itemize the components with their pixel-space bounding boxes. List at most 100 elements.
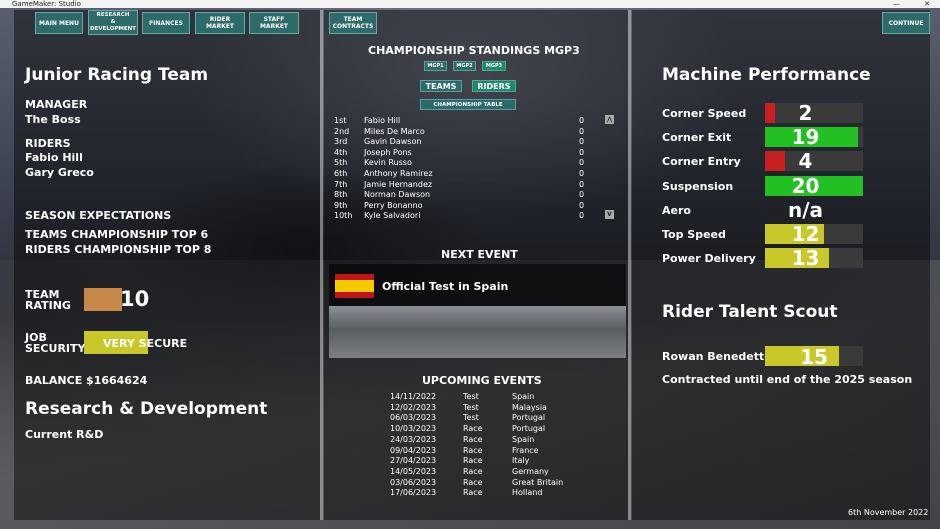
event-place: Portugal [512, 413, 546, 423]
event-type: Race [463, 445, 483, 455]
rider-market-button[interactable]: RIDER MARKET [195, 12, 245, 34]
standing-points: 0 [579, 116, 585, 125]
standing-points: 0 [579, 211, 585, 221]
event-type: Test [463, 413, 479, 423]
standing-position: 4th [334, 147, 348, 157]
standing-points: 0 [579, 126, 585, 136]
standing-rider: Joseph Pons [364, 147, 412, 157]
event-type: Test [463, 392, 479, 401]
standing-points: 0 [579, 158, 585, 168]
research-development-title: Research & Development [25, 399, 268, 419]
event-place: Malaysia [512, 402, 547, 412]
upcoming-events-label: UPCOMING EVENTS [422, 374, 542, 387]
research-development-button[interactable]: RESEARCH & DEVELOPMENT [88, 10, 138, 35]
stat-value: 12 [791, 222, 820, 246]
event-place: Spain [512, 392, 535, 401]
stat-label: Corner Entry [662, 155, 741, 169]
riders-expectation: RIDERS CHAMPIONSHIP TOP 8 [25, 243, 212, 256]
continue-button[interactable]: CONTINUE [882, 12, 930, 34]
standing-points: 0 [579, 179, 585, 189]
team-rating-value: 10 [120, 287, 150, 311]
stat-label: Suspension [662, 179, 734, 193]
standing-rider: Miles De Marco [364, 126, 425, 136]
team-contracts-button[interactable]: TEAM CONTRACTS [329, 12, 377, 34]
stat-label: Top Speed [662, 228, 726, 241]
standing-rider: Jamie Hernandez [364, 179, 433, 189]
machine-performance-title: Machine Performance [662, 65, 871, 85]
window-title: GameMaker: Studio [12, 0, 81, 8]
event-date: 06/03/2023 [390, 413, 437, 423]
current-rd-label: Current R&D [25, 428, 104, 441]
event-type: Race [463, 434, 483, 444]
standing-position: 5th [334, 158, 348, 168]
standings-title: CHAMPIONSHIP STANDINGS MGP3 [368, 44, 580, 57]
event-place: Portugal [512, 424, 546, 434]
event-place: Italy [512, 456, 530, 466]
teams-expectation: TEAMS CHAMPIONSHIP TOP 6 [25, 228, 209, 241]
divider [628, 10, 631, 520]
standing-points: 0 [579, 200, 585, 210]
standing-rider: Anthony Ramirez [364, 169, 433, 178]
rider-talent-scout-title: Rider Talent Scout [662, 302, 838, 322]
standing-rider: Kevin Russo [364, 158, 412, 168]
window-titlebar: GameMaker: Studio — ✕ [0, 0, 940, 8]
standing-rider: Fabio Hill [364, 116, 401, 125]
class-tab-mgp2[interactable]: MGP2 [453, 61, 476, 71]
event-date: 24/03/2023 [390, 434, 437, 444]
standing-position: 9th [334, 200, 348, 210]
tab-riders[interactable]: RIDERS [472, 80, 516, 92]
class-tab-mgp1[interactable]: MGP1 [424, 61, 447, 71]
rider-name: Gary Greco [25, 166, 94, 179]
current-date: 6th November 2022 [848, 508, 929, 517]
standing-position: 7th [334, 179, 348, 189]
event-date: 10/03/2023 [390, 424, 437, 434]
scroll-up-button[interactable]: ⋀ [605, 115, 614, 124]
track-image [329, 306, 626, 358]
event-type: Test [463, 402, 479, 412]
balance: BALANCE $1664624 [25, 374, 148, 387]
finances-button[interactable]: FINANCES [142, 12, 190, 34]
team-name: Junior Racing Team [25, 65, 209, 85]
job-security-label: JOB SECURITY [25, 331, 86, 355]
next-event-label: NEXT EVENT [441, 248, 518, 261]
event-date: 14/11/2022 [390, 392, 437, 401]
rider-name: Fabio Hill [25, 151, 83, 164]
stat-value: n/a [787, 197, 824, 222]
class-tab-mgp3[interactable]: MGP3 [482, 61, 506, 71]
next-event-name: Official Test in Spain [382, 280, 509, 293]
tab-teams[interactable]: TEAMS [420, 80, 462, 92]
standing-position: 6th [334, 169, 348, 178]
main-menu-button[interactable]: MAIN MENU [35, 12, 83, 34]
stat-value: 2 [798, 101, 813, 125]
event-date: 03/06/2023 [390, 477, 437, 487]
divider [320, 10, 323, 520]
event-date: 09/04/2023 [390, 445, 437, 455]
event-date: 27/04/2023 [390, 456, 437, 466]
standing-position: 2nd [334, 126, 350, 136]
spain-flag-icon [335, 274, 374, 298]
team-rating-label: TEAM RATING [25, 288, 71, 312]
standing-rider: Gavin Dawson [364, 137, 422, 147]
event-type: Race [463, 477, 483, 487]
standing-points: 0 [579, 190, 585, 200]
standing-points: 0 [579, 137, 585, 147]
event-place: Great Britain [512, 477, 564, 487]
championship-table-button[interactable]: CHAMPIONSHIP TABLE [420, 99, 516, 110]
standing-rider: Norman Dawson [364, 190, 431, 200]
close-button[interactable]: ✕ [924, 0, 930, 8]
stat-value: 20 [791, 173, 820, 198]
team-panel [14, 10, 320, 520]
standing-rider: Perry Bonanno [364, 200, 423, 210]
stat-value: 4 [798, 149, 813, 174]
scroll-down-button[interactable]: V [605, 210, 614, 219]
job-security-value: VERY SECURE [103, 337, 188, 350]
staff-market-button[interactable]: STAFF MARKET [249, 12, 299, 34]
standing-position: 10th [334, 211, 353, 221]
event-type: Race [463, 424, 483, 434]
stat-label: Aero [662, 203, 691, 217]
minimize-button[interactable]: — [893, 0, 900, 8]
event-date: 12/02/2023 [390, 402, 437, 412]
event-date: 14/05/2023 [390, 466, 437, 476]
event-place: Holland [512, 488, 543, 498]
stat-label: Corner Exit [662, 131, 732, 145]
